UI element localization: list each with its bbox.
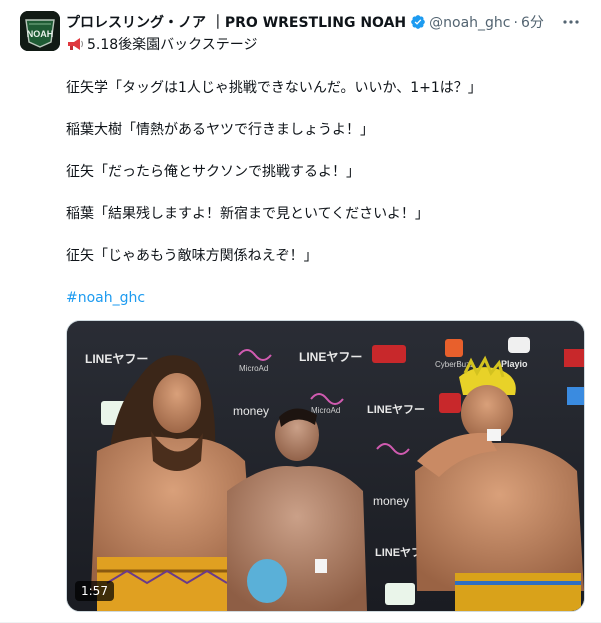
separator-dot: · <box>513 15 518 31</box>
timestamp[interactable]: 6分 <box>521 15 544 31</box>
video-player[interactable]: LINEヤフー LINEヤフー LINEヤフー LINEヤフー MicroAd … <box>66 320 585 612</box>
verified-badge-icon <box>411 15 425 29</box>
backdrop-logo-text: LINEヤフー <box>299 350 362 364</box>
backdrop-logo-text: MicroAd <box>239 364 268 373</box>
tweet-paragraph: 稲葉「結果残しますよ！新宿まで見といてくださいよ！」 <box>66 206 429 222</box>
tweet-paragraph: 征矢学「タッグは1人じゃ挑戦できないんだ。いいか、1+1は？」 <box>66 80 482 96</box>
megaphone-icon <box>68 38 83 50</box>
tweet-paragraph: 稲葉大樹「情熱があるヤツで行きましょうよ！」 <box>66 122 374 138</box>
more-options-button[interactable] <box>559 10 583 34</box>
hashtag-link[interactable]: #noah_ghc <box>66 288 145 308</box>
tweet-paragraph: 征矢「だったら俺とサクソンで挑戦するよ！」 <box>66 164 360 180</box>
backdrop-logo-text: Playio <box>501 359 528 369</box>
video-duration-badge: 1:57 <box>75 581 114 601</box>
tweet-card[interactable]: NOAH プロレスリング・ノア ｜PRO WRESTLING NOAH @noah… <box>0 0 601 623</box>
display-name[interactable]: プロレスリング・ノア ｜PRO WRESTLING NOAH <box>66 15 406 31</box>
tweet-headline: 5.18後楽園バックステージ <box>87 37 258 53</box>
backdrop-logo-text: LINEヤフー <box>367 403 425 416</box>
backdrop-logo-text: money <box>373 494 409 508</box>
more-options-icon <box>563 20 579 24</box>
noah-logo-icon: NOAH <box>20 11 60 51</box>
handle[interactable]: @noah_ghc <box>429 15 510 31</box>
tweet-paragraph: 征矢「じゃあもう敵味方関係ねえぞ！」 <box>66 248 318 264</box>
video-thumbnail: LINEヤフー LINEヤフー LINEヤフー LINEヤフー MicroAd … <box>67 321 584 611</box>
avatar-logo-text: NOAH <box>27 29 54 39</box>
backdrop-logo-text: LINEヤフー <box>85 352 148 366</box>
backdrop-logo-text: money <box>233 404 269 418</box>
tweet-header: プロレスリング・ノア ｜PRO WRESTLING NOAH @noah_ghc ·… <box>66 13 576 33</box>
avatar[interactable]: NOAH <box>20 11 60 51</box>
backdrop-logo-text: MicroAd <box>311 406 340 415</box>
tweet-headline-row: 5.18後楽園バックステージ <box>66 35 257 55</box>
